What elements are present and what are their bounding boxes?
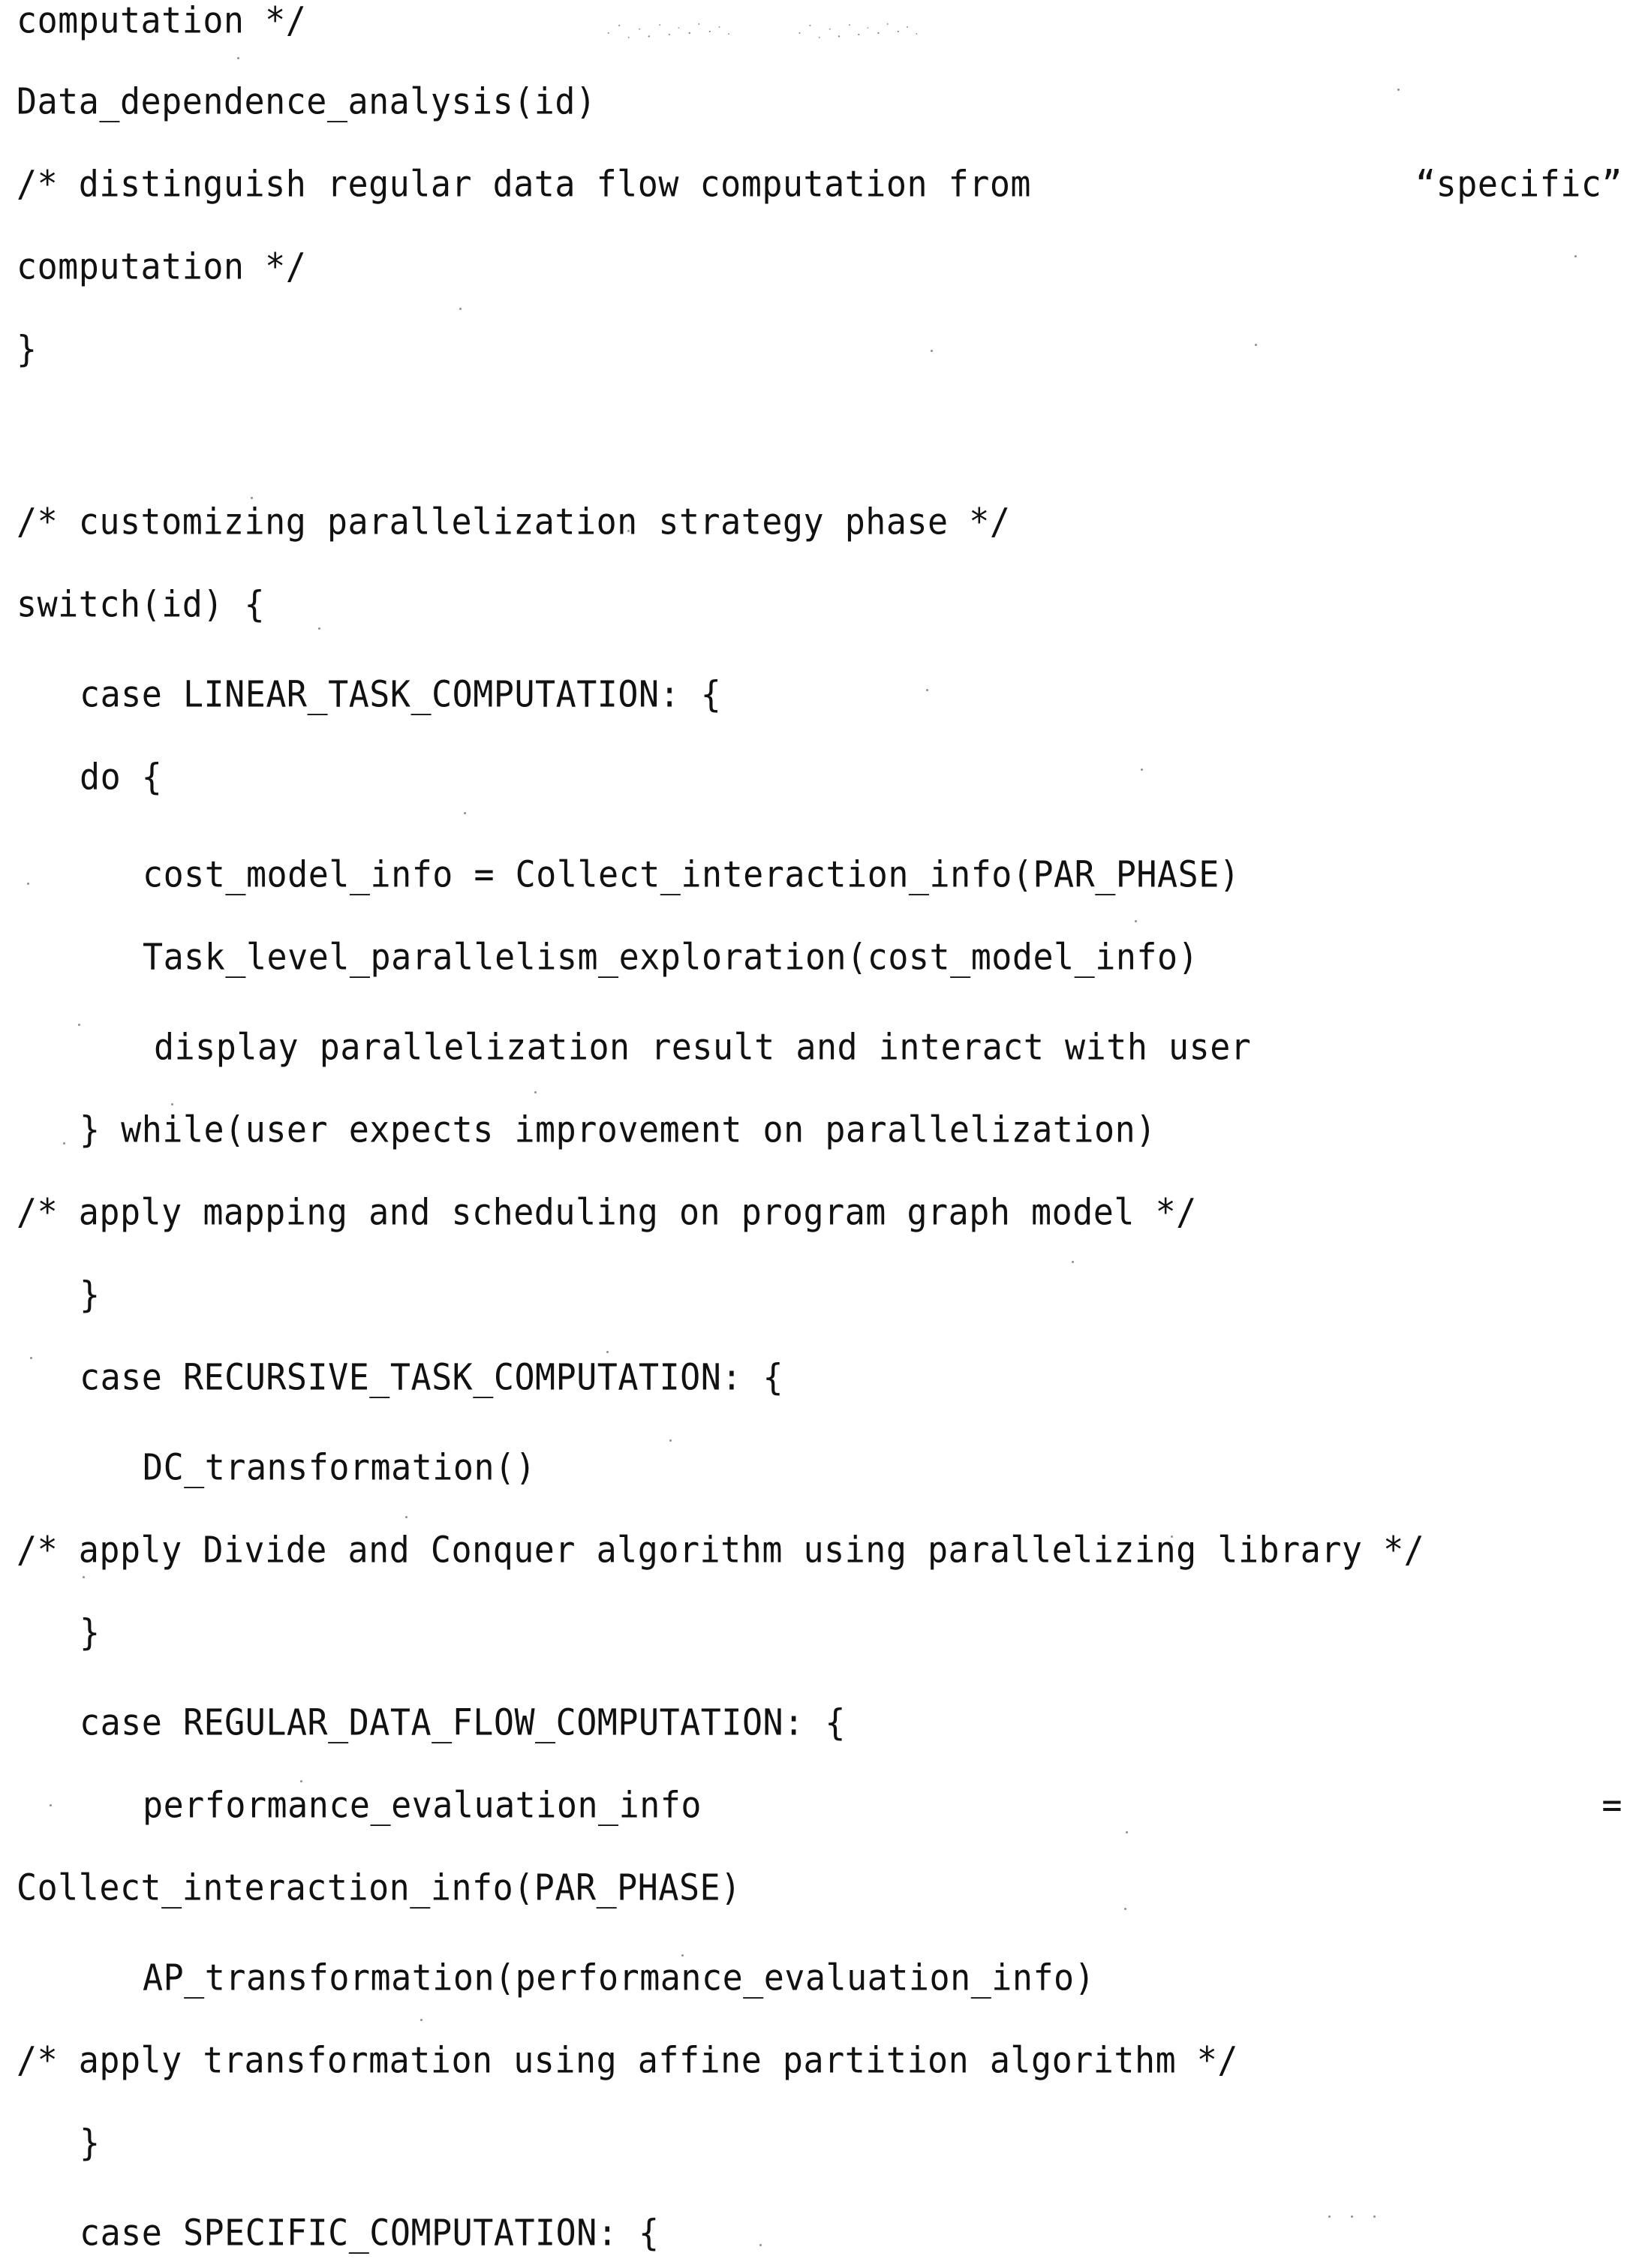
code-line: computation */	[17, 245, 307, 288]
scan-dot-artifact	[405, 1516, 407, 1518]
code-line: } while(user expects improvement on para…	[80, 1108, 1156, 1151]
code-line: }	[17, 327, 38, 371]
scan-dot-artifact	[1135, 920, 1137, 922]
code-line: do {	[80, 755, 163, 799]
code-line: switch(id) {	[17, 582, 266, 626]
code-line: case RECURSIVE_TASK_COMPUTATION: {	[80, 1355, 784, 1399]
scan-dot-artifact	[669, 1439, 672, 1442]
scan-dot-artifact	[931, 350, 933, 352]
scan-dot-artifact	[318, 627, 320, 630]
code-line-text: /* distinguish regular data flow computa…	[17, 162, 1032, 206]
code-line-text-tail: “specific”	[1415, 162, 1622, 206]
scan-dot-artifact	[1373, 2215, 1376, 2218]
scan-dot-artifact	[237, 57, 239, 59]
code-line: }	[80, 1273, 101, 1316]
scan-speckle-artifact	[792, 17, 923, 47]
scan-dot-artifact	[30, 1357, 32, 1359]
scan-dot-artifact	[1574, 255, 1577, 257]
scan-dot-artifact	[926, 689, 928, 691]
scan-dot-artifact	[83, 1576, 85, 1578]
scan-dot-artifact	[63, 1142, 65, 1145]
code-line: /* apply transformation using affine par…	[17, 2038, 1238, 2082]
scan-dot-artifact	[78, 1024, 80, 1026]
scan-dot-artifact	[420, 2019, 423, 2021]
code-line: Data_dependence_analysis(id)	[17, 80, 597, 123]
code-line-text-tail: =	[1601, 1783, 1622, 1827]
code-line: case REGULAR_DATA_FLOW_COMPUTATION: {	[80, 1701, 846, 1744]
scan-dot-artifact	[300, 1780, 302, 1782]
scan-dot-artifact	[1124, 1908, 1126, 1910]
code-line: case LINEAR_TASK_COMPUTATION: {	[80, 672, 722, 716]
scan-dot-artifact	[459, 308, 462, 310]
code-line: AP_transformation(performance_evaluation…	[143, 1956, 1096, 1999]
scan-dot-artifact	[1126, 1831, 1128, 1833]
scan-dot-artifact	[27, 883, 29, 885]
scan-dot-artifact	[606, 1351, 609, 1353]
scan-dot-artifact	[759, 2244, 762, 2246]
code-line: /* apply mapping and scheduling on progr…	[17, 1190, 1197, 1234]
code-line: }	[80, 1611, 101, 1654]
scanned-page: computation */ Data_dependence_analysis(i…	[0, 0, 1639, 2268]
code-line: computation */	[17, 0, 307, 42]
code-line: /* customizing parallelization strategy …	[17, 500, 1011, 543]
scan-dot-artifact	[1255, 344, 1257, 346]
scan-dot-artifact	[251, 497, 253, 499]
scan-dot-artifact	[1141, 769, 1143, 771]
scan-dot-artifact	[1328, 2215, 1331, 2218]
scan-dot-artifact	[50, 1804, 52, 1806]
code-line: cost_model_info = Collect_interaction_in…	[143, 853, 1241, 896]
scan-dot-artifact	[1397, 89, 1400, 91]
code-line: display parallelization result and inter…	[154, 1025, 1252, 1069]
scan-dot-artifact	[1351, 2215, 1353, 2218]
scan-dot-artifact	[534, 1091, 537, 1093]
code-line-text: performance_evaluation_info	[143, 1783, 702, 1827]
code-line: }	[80, 2121, 101, 2164]
code-line: Task_level_parallelism_exploration(cost_…	[143, 935, 1199, 979]
code-line: /* distinguish regular data flow computa…	[17, 162, 1622, 206]
code-line: DC_transformation()	[143, 1445, 537, 1489]
code-line: case SPECIFIC_COMPUTATION: {	[80, 2211, 660, 2254]
code-line: Collect_interaction_info(PAR_PHASE)	[17, 1866, 741, 1909]
scan-dot-artifact	[1072, 1261, 1074, 1263]
code-line: performance_evaluation_info =	[143, 1783, 1622, 1827]
scan-dot-artifact	[464, 812, 466, 814]
scan-speckle-artifact	[600, 17, 735, 47]
scan-dot-artifact	[171, 1103, 173, 1105]
code-line: /* apply Divide and Conquer algorithm us…	[17, 1528, 1425, 1572]
